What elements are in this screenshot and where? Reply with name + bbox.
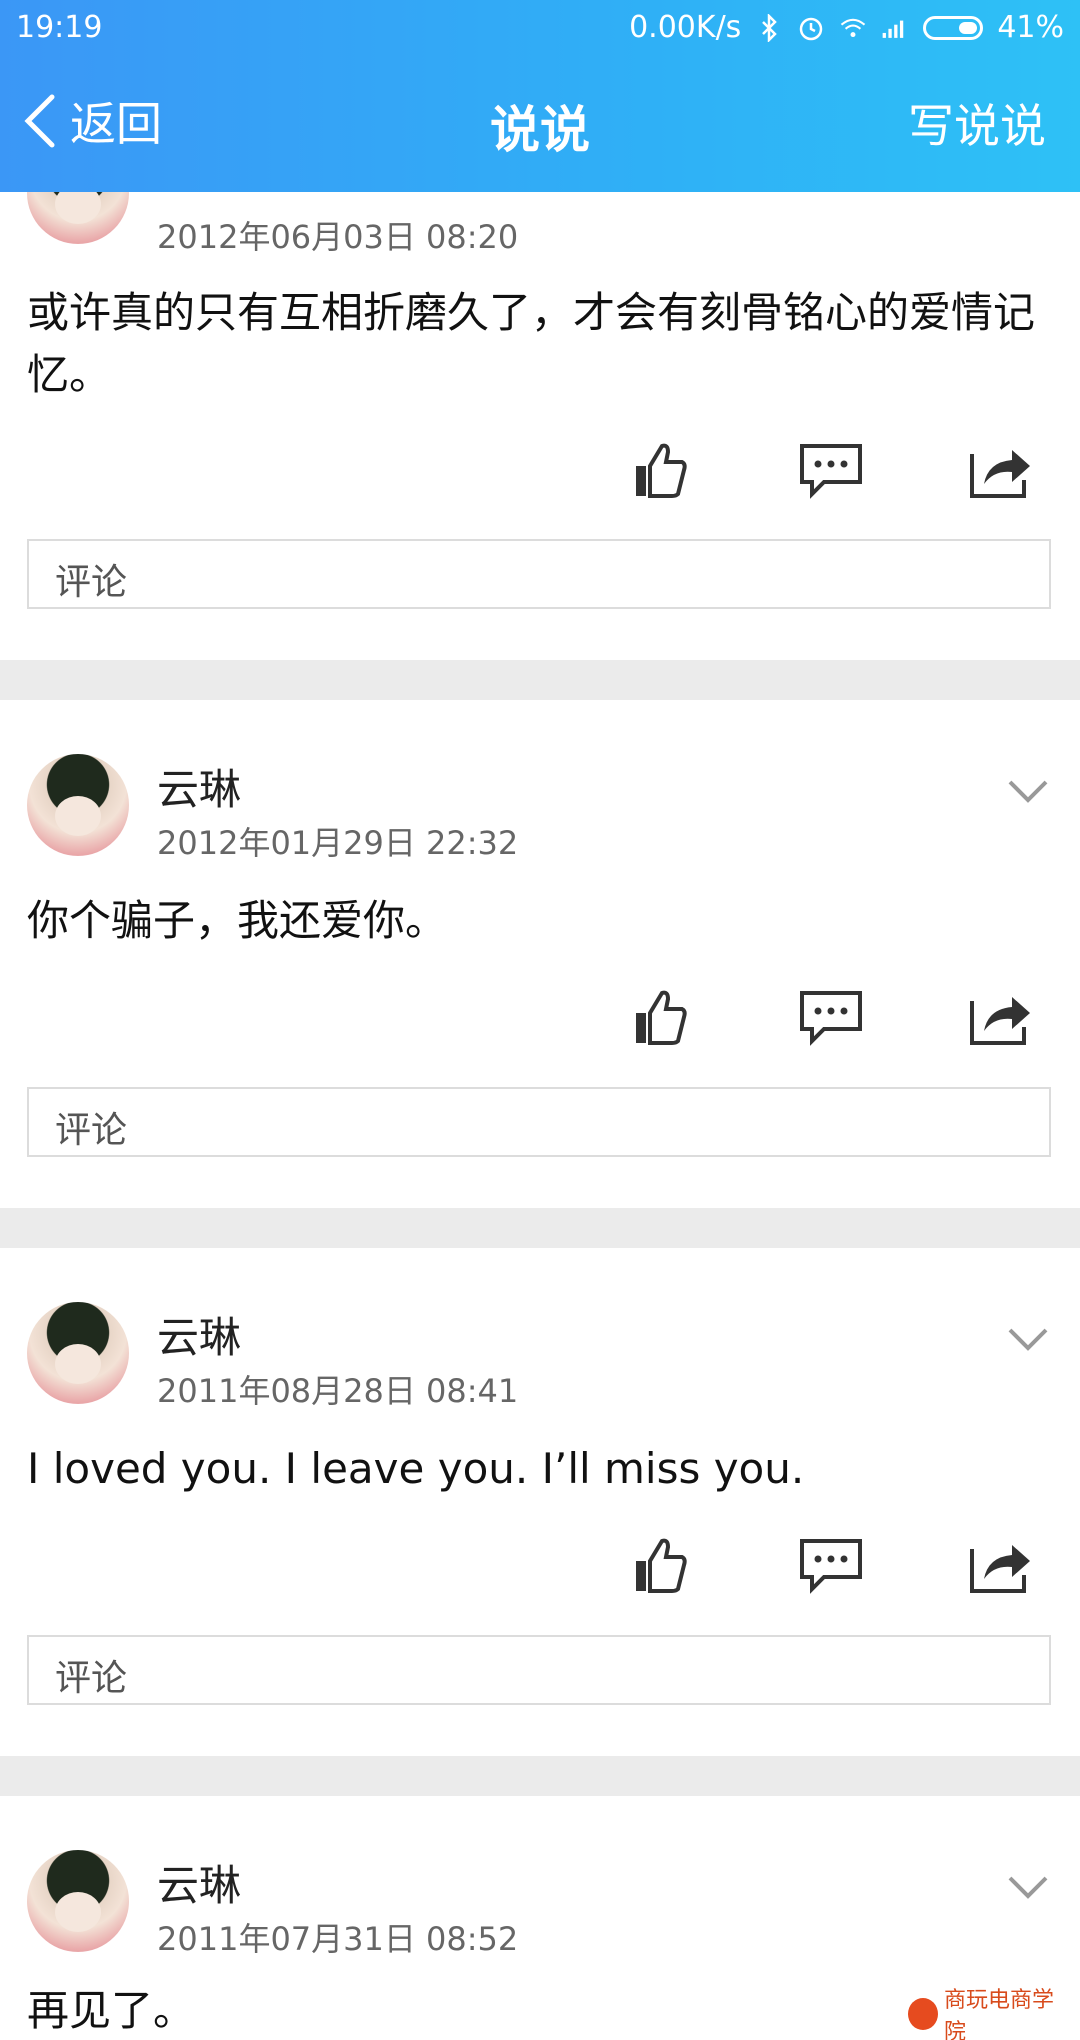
share-button[interactable] — [966, 982, 1036, 1052]
post-card: 云琳 2012年01月29日 22:32 你个骗子，我还爱你。 评论 — [0, 700, 1080, 1210]
bluetooth-icon — [755, 13, 783, 42]
share-button[interactable] — [966, 1530, 1036, 1600]
battery-percent: 41% — [997, 10, 1064, 45]
thumbs-up-icon — [636, 1538, 687, 1593]
avatar[interactable] — [27, 1302, 129, 1404]
post-content: 再见了。 — [27, 1986, 196, 2035]
status-bar: 19:19 0.00K/s 41% — [0, 0, 1080, 58]
like-button[interactable] — [625, 982, 695, 1052]
post-date: 2011年07月31日 08:52 — [157, 1920, 519, 1958]
comment-button[interactable] — [796, 982, 866, 1052]
share-icon — [970, 450, 1030, 498]
thumbs-up-icon — [636, 990, 687, 1045]
comment-icon — [800, 1539, 862, 1594]
comment-input[interactable]: 评论 — [27, 1087, 1051, 1157]
divider — [0, 1756, 1080, 1796]
post-card: 2012年06月03日 08:20 或许真的只有互相折磨久了，才会有刻骨铭心的爱… — [0, 142, 1080, 660]
post-author: 云琳 — [157, 1313, 242, 1362]
status-time: 19:19 — [16, 10, 103, 45]
watermark-logo-icon — [908, 1998, 939, 2030]
divider — [0, 660, 1080, 700]
comment-placeholder: 评论 — [55, 1658, 128, 1699]
chevron-down-icon[interactable] — [1006, 1874, 1050, 1902]
post-date: 2012年06月03日 08:20 — [157, 218, 519, 256]
network-speed: 0.00K/s — [629, 10, 742, 45]
comment-placeholder: 评论 — [55, 562, 128, 603]
comment-button[interactable] — [796, 1530, 866, 1600]
post-content: I loved you. I leave you. I’ll miss you. — [27, 1444, 805, 1493]
post-author: 云琳 — [157, 765, 242, 814]
wifi-icon — [839, 14, 867, 42]
comment-icon — [800, 444, 862, 499]
like-button[interactable] — [625, 435, 695, 505]
comment-icon — [800, 991, 862, 1046]
share-icon — [970, 997, 1030, 1045]
like-button[interactable] — [625, 1530, 695, 1600]
watermark-text: 商玩电商学院 — [944, 1988, 1055, 2040]
post-date: 2011年08月28日 08:41 — [157, 1372, 519, 1410]
comment-input[interactable]: 评论 — [27, 1635, 1051, 1705]
chevron-down-icon[interactable] — [1006, 778, 1050, 806]
post-content: 你个骗子，我还爱你。 — [27, 896, 448, 945]
post-actions — [0, 435, 1080, 505]
chevron-down-icon[interactable] — [1006, 1326, 1050, 1354]
comment-button[interactable] — [796, 435, 866, 505]
share-icon — [970, 1545, 1030, 1593]
post-content: 或许真的只有互相折磨久了，才会有刻骨铭心的爱情记忆。 — [27, 288, 1036, 399]
post-card: 云琳 2011年08月28日 08:41 I loved you. I leav… — [0, 1248, 1080, 1758]
nav-bar: 返回 说说 写说说 — [0, 70, 1080, 180]
comment-input[interactable]: 评论 — [27, 539, 1051, 609]
post-actions — [0, 1530, 1080, 1600]
divider — [0, 1208, 1080, 1248]
post-author: 云琳 — [157, 1861, 242, 1910]
watermark: 商玩电商学院 — [908, 1988, 1068, 2040]
status-right: 0.00K/s 41% — [629, 10, 1064, 45]
alarm-icon — [797, 14, 825, 42]
avatar[interactable] — [27, 1850, 129, 1952]
signal-icon — [881, 14, 909, 42]
header: 19:19 0.00K/s 41% 返回 说说 写说说 — [0, 0, 1080, 192]
share-button[interactable] — [966, 435, 1036, 505]
battery-icon — [923, 15, 984, 40]
post-actions — [0, 982, 1080, 1052]
post-date: 2012年01月29日 22:32 — [157, 824, 519, 862]
app-root: 19:19 0.00K/s 41% 返回 说说 写说说 2012年06月03日 … — [0, 0, 1080, 2040]
write-post-button[interactable]: 写说说 — [908, 90, 1046, 156]
comment-placeholder: 评论 — [55, 1110, 128, 1151]
thumbs-up-icon — [636, 443, 687, 498]
avatar[interactable] — [27, 754, 129, 856]
